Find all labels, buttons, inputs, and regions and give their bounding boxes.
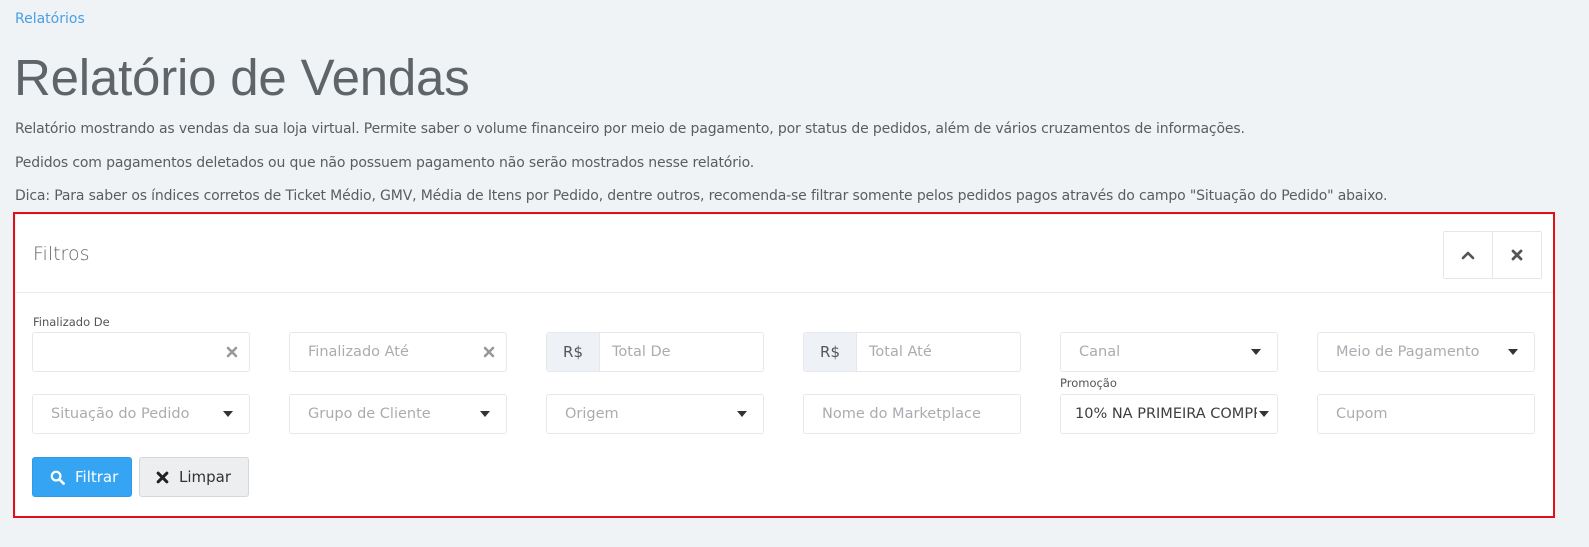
- description-line: Pedidos com pagamentos deletados ou que …: [15, 155, 755, 171]
- highlight-outline: [13, 212, 1555, 518]
- description-line: Relatório mostrando as vendas da sua loj…: [15, 121, 1245, 137]
- page-title: Relatório de Vendas: [14, 49, 470, 106]
- description-line: Dica: Para saber os índices corretos de …: [15, 188, 1388, 204]
- breadcrumb-relatorios[interactable]: Relatórios: [15, 11, 85, 27]
